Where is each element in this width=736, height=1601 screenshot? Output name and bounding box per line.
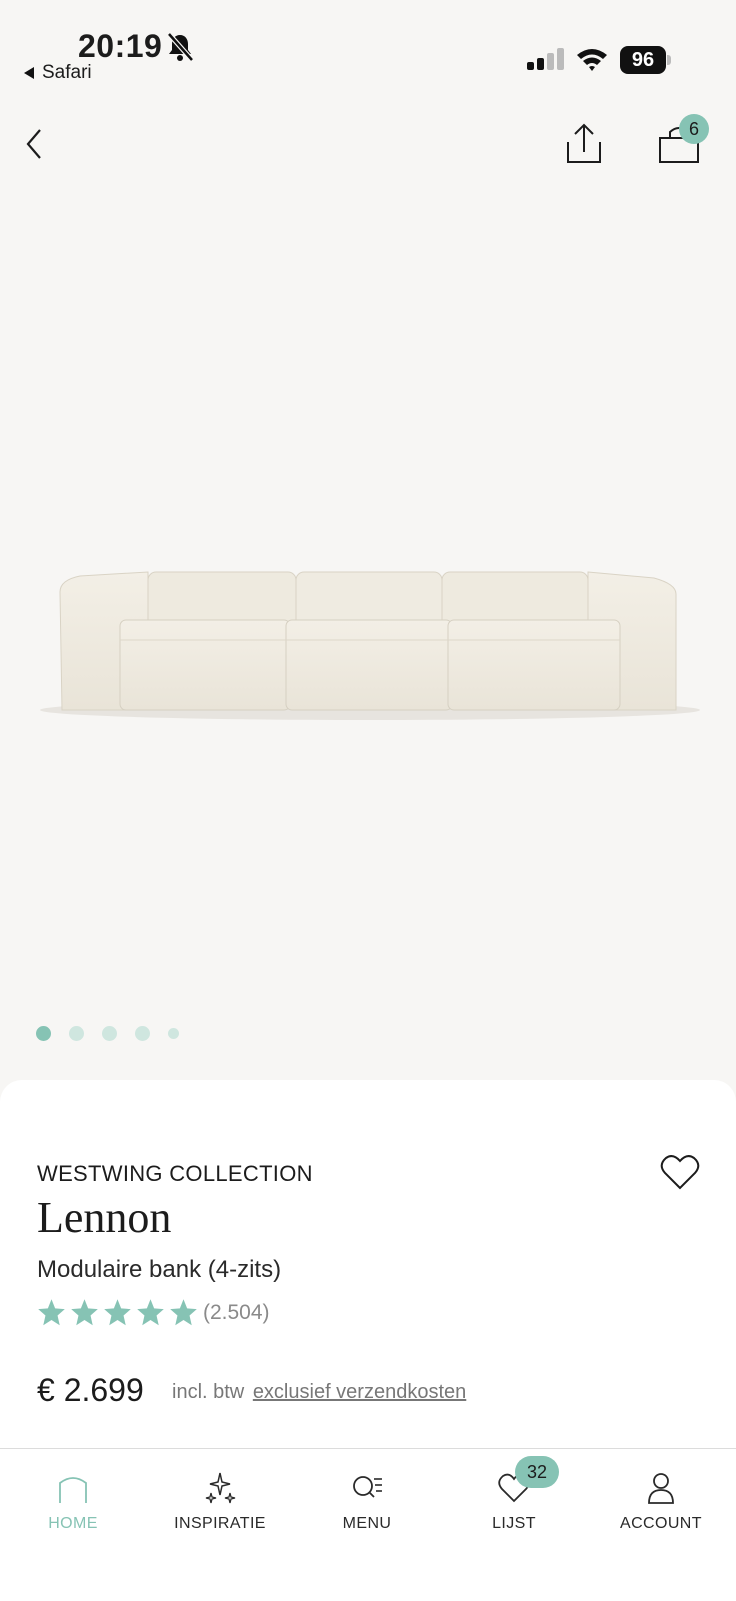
bottom-tab-bar: HOME INSPIRATIE MENU LIJST ACCOUNT	[0, 1448, 736, 1601]
star-icon	[38, 1299, 65, 1326]
gallery-pagination[interactable]	[36, 1026, 179, 1041]
product-price: € 2.699	[37, 1372, 144, 1408]
star-icon	[170, 1299, 197, 1326]
gallery-dot[interactable]	[102, 1026, 117, 1041]
product-image-sofa[interactable]	[0, 180, 736, 1040]
tab-inspiratie-label: INSPIRATIE	[174, 1515, 266, 1532]
star-icon	[71, 1299, 98, 1326]
tab-account-label: ACCOUNT	[620, 1515, 702, 1532]
price-note: incl. btw exclusief verzendkosten	[172, 1381, 466, 1404]
tab-home-label: HOME	[48, 1515, 98, 1532]
cart-count-badge: 6	[679, 114, 709, 144]
vat-note: incl. btw	[172, 1381, 245, 1403]
wishlist-count-badge: 32	[515, 1456, 559, 1488]
gallery-dot[interactable]	[168, 1028, 179, 1039]
review-count[interactable]: (2.504)	[203, 1301, 270, 1325]
user-icon	[648, 1473, 674, 1504]
share-icon[interactable]	[564, 122, 604, 166]
bell-muted-icon	[167, 32, 194, 62]
tab-home[interactable]: HOME	[3, 1471, 143, 1533]
tab-menu[interactable]: MENU	[297, 1471, 437, 1533]
tab-inspiratie[interactable]: INSPIRATIE	[150, 1471, 290, 1533]
gallery-dot[interactable]	[135, 1026, 150, 1041]
gallery-dot[interactable]	[36, 1026, 51, 1041]
gallery-dot[interactable]	[69, 1026, 84, 1041]
star-icon	[104, 1299, 131, 1326]
product-brand[interactable]: WESTWING COLLECTION	[37, 1161, 313, 1187]
heart-icon[interactable]	[660, 1154, 700, 1190]
tab-lijst-label: LIJST	[492, 1515, 536, 1532]
tab-account[interactable]: ACCOUNT	[591, 1471, 731, 1533]
battery-level: 96	[620, 46, 666, 74]
status-time: 20:19	[78, 28, 163, 64]
star-icon	[137, 1299, 164, 1326]
search-menu-icon	[353, 1476, 382, 1498]
status-bar: 20:19 Safari 96	[0, 0, 736, 100]
rating-stars[interactable]: (2.504)	[37, 1298, 270, 1327]
product-subtitle: Modulaire bank (4-zits)	[37, 1256, 282, 1283]
battery-indicator: 96	[620, 46, 672, 74]
tab-lijst[interactable]: LIJST	[444, 1471, 584, 1533]
back-to-safari[interactable]: Safari	[22, 62, 92, 84]
back-triangle-icon	[24, 67, 34, 79]
back-app-label: Safari	[42, 62, 92, 83]
sparkles-icon	[205, 1472, 236, 1504]
shipping-link[interactable]: exclusief verzendkosten	[253, 1381, 466, 1403]
wifi-icon	[577, 49, 607, 71]
back-chevron-icon[interactable]	[20, 124, 48, 164]
product-name: Lennon	[37, 1193, 172, 1242]
cellular-signal-icon	[527, 48, 564, 70]
tab-menu-label: MENU	[342, 1515, 392, 1532]
home-icon	[59, 1477, 87, 1503]
